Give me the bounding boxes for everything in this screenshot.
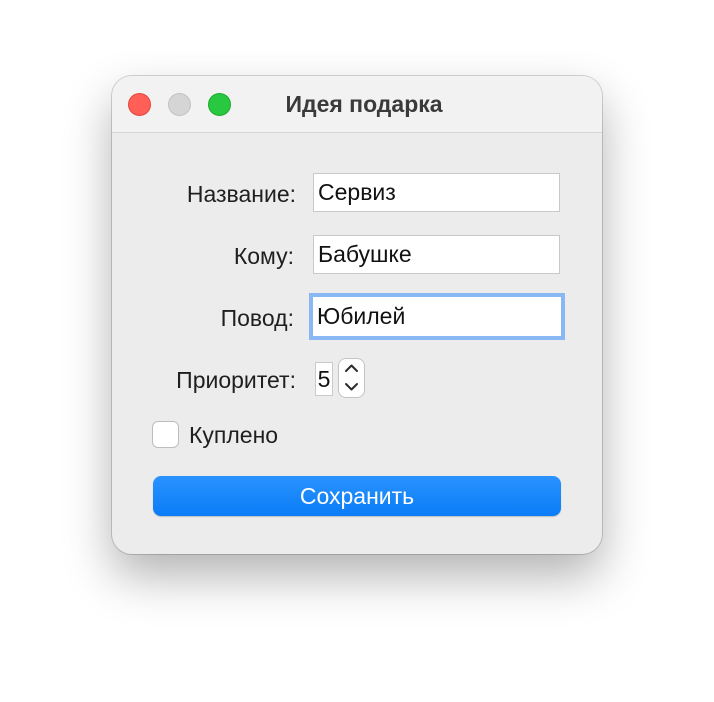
bought-checkbox[interactable] bbox=[152, 421, 179, 448]
occasion-label: Повод: bbox=[220, 305, 294, 331]
window-title: Идея подарка bbox=[285, 91, 443, 117]
chevron-up-icon bbox=[345, 364, 358, 372]
chevron-down-icon bbox=[345, 383, 358, 391]
gift-idea-window: Идея подарка Название: Сервиз Кому: Бабу… bbox=[112, 76, 602, 554]
recipient-field[interactable]: Бабушке bbox=[313, 235, 560, 274]
recipient-label: Кому: bbox=[233, 243, 294, 269]
priority-stepper[interactable] bbox=[338, 358, 365, 398]
name-field[interactable]: Сервиз bbox=[313, 173, 560, 212]
priority-label: Приоритет: bbox=[176, 367, 296, 393]
title-bar[interactable]: Идея подарка bbox=[112, 76, 602, 133]
occasion-field[interactable]: Юбилей bbox=[309, 293, 565, 340]
stepper-down-button[interactable] bbox=[339, 378, 364, 397]
bought-label[interactable]: Куплено bbox=[189, 421, 278, 449]
save-button[interactable]: Сохранить bbox=[153, 476, 561, 516]
name-label: Название: bbox=[186, 181, 296, 207]
stepper-up-button[interactable] bbox=[339, 359, 364, 378]
priority-value[interactable]: 5 bbox=[315, 362, 333, 396]
